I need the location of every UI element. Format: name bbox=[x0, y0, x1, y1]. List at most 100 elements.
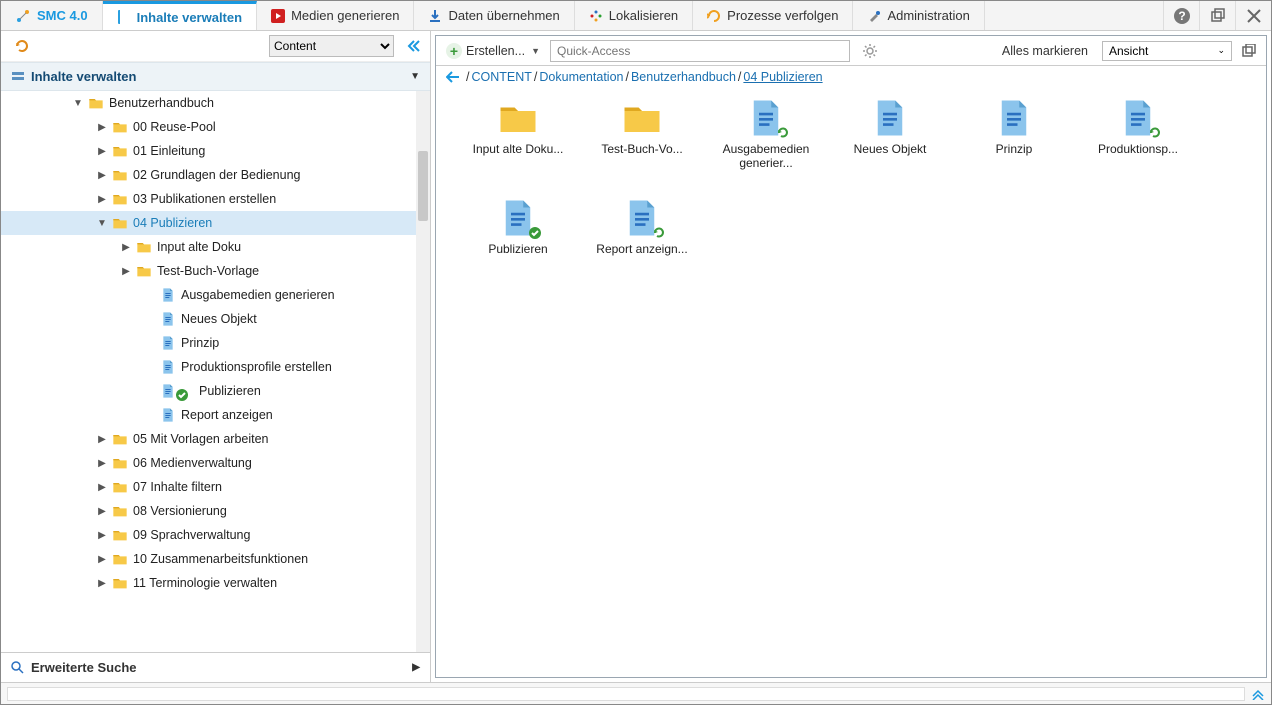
tree-node[interactable]: Ausgabemedien generieren bbox=[1, 283, 416, 307]
tree-arrow-icon[interactable]: ▼ bbox=[97, 218, 107, 229]
file-icon bbox=[992, 98, 1036, 138]
maximize-view-button[interactable] bbox=[1238, 44, 1260, 58]
process-icon bbox=[707, 9, 721, 23]
content-view: + Erstellen... ▼ Alles markieren Ansicht… bbox=[435, 35, 1267, 678]
tree-node-label: 09 Sprachverwaltung bbox=[133, 528, 250, 542]
grid-file-item[interactable]: Report anzeign... bbox=[580, 198, 704, 298]
expand-status-icon[interactable] bbox=[1251, 688, 1265, 700]
grid-file-item[interactable]: Produktionsp... bbox=[1076, 98, 1200, 198]
gear-icon[interactable] bbox=[856, 43, 884, 59]
book-icon bbox=[117, 9, 131, 25]
tab-inhalte-verwalten[interactable]: Inhalte verwalten bbox=[103, 1, 257, 30]
tree-node[interactable]: ▶ 03 Publikationen erstellen bbox=[1, 187, 416, 211]
tree-arrow-icon[interactable]: ▶ bbox=[97, 530, 107, 541]
panel-title-inhalte[interactable]: Inhalte verwalten ▼ bbox=[1, 62, 430, 91]
tree-node[interactable]: ▶ 06 Medienverwaltung bbox=[1, 451, 416, 475]
panel-title-label: Inhalte verwalten bbox=[31, 69, 136, 84]
tree-node[interactable]: ▶ Input alte Doku bbox=[1, 235, 416, 259]
tree-node[interactable]: ▶ 08 Versionierung bbox=[1, 499, 416, 523]
view-selector[interactable]: Ansicht ⌄ bbox=[1102, 41, 1232, 61]
tab-administration[interactable]: Administration bbox=[853, 1, 984, 30]
breadcrumb-link[interactable]: Benutzerhandbuch bbox=[631, 70, 736, 84]
content-tree[interactable]: ▼ Benutzerhandbuch▶ 00 Reuse-Pool▶ 01 Ei… bbox=[1, 91, 416, 652]
tab-medien-generieren[interactable]: Medien generieren bbox=[257, 1, 414, 30]
collapse-panel-icon[interactable] bbox=[402, 40, 424, 52]
breadcrumb-back-icon[interactable] bbox=[446, 71, 460, 83]
tree-scrollbar[interactable] bbox=[416, 91, 430, 652]
tree-arrow-icon[interactable]: ▶ bbox=[97, 458, 107, 469]
tree-node[interactable]: ▶ 11 Terminologie verwalten bbox=[1, 571, 416, 595]
tree-node[interactable]: Produktionsprofile erstellen bbox=[1, 355, 416, 379]
tree-node[interactable]: ▶ 05 Mit Vorlagen arbeiten bbox=[1, 427, 416, 451]
grid-file-item[interactable]: Publizieren bbox=[456, 198, 580, 298]
content-toolbar: + Erstellen... ▼ Alles markieren Ansicht… bbox=[436, 36, 1266, 66]
grid-item-label: Produktionsp... bbox=[1098, 142, 1178, 156]
breadcrumb-current[interactable]: 04 Publizieren bbox=[743, 70, 822, 84]
scrollbar-thumb[interactable] bbox=[418, 151, 428, 221]
grid-file-item[interactable]: Prinzip bbox=[952, 98, 1076, 198]
tree-arrow-icon[interactable]: ▶ bbox=[97, 122, 107, 133]
tree-node[interactable]: ▶ 07 Inhalte filtern bbox=[1, 475, 416, 499]
tree-arrow-icon[interactable]: ▶ bbox=[121, 242, 131, 253]
close-window-button[interactable] bbox=[1235, 1, 1271, 30]
tree-node[interactable]: ▶ 00 Reuse-Pool bbox=[1, 115, 416, 139]
grid-file-item[interactable]: Neues Objekt bbox=[828, 98, 952, 198]
create-button[interactable]: + Erstellen... ▼ bbox=[442, 41, 544, 61]
play-icon bbox=[271, 9, 285, 23]
tree-arrow-icon[interactable]: ▶ bbox=[97, 434, 107, 445]
brand-tab[interactable]: SMC 4.0 bbox=[1, 1, 103, 30]
tree-node[interactable]: ▼ Benutzerhandbuch bbox=[1, 91, 416, 115]
tree-arrow-icon[interactable]: ▼ bbox=[73, 98, 83, 109]
tree-arrow-icon[interactable]: ▶ bbox=[97, 146, 107, 157]
grid-folder-item[interactable]: Test-Buch-Vo... bbox=[580, 98, 704, 198]
tree-node[interactable]: Publizieren bbox=[1, 379, 416, 403]
folder-icon bbox=[111, 478, 129, 496]
tree-node[interactable]: ▶ 09 Sprachverwaltung bbox=[1, 523, 416, 547]
restore-window-button[interactable] bbox=[1199, 1, 1235, 30]
tree-node-label: 06 Medienverwaltung bbox=[133, 456, 252, 470]
tree-node[interactable]: Neues Objekt bbox=[1, 307, 416, 331]
tree-arrow-icon[interactable]: ▶ bbox=[97, 194, 107, 205]
tree-arrow-icon[interactable]: ▶ bbox=[97, 578, 107, 589]
help-button[interactable]: ? bbox=[1163, 1, 1199, 30]
tree-node[interactable]: Report anzeigen bbox=[1, 403, 416, 427]
tree-node[interactable]: ▶ 10 Zusammenarbeitsfunktionen bbox=[1, 547, 416, 571]
tab-lokalisieren[interactable]: Lokalisieren bbox=[575, 1, 693, 30]
quick-access-input[interactable] bbox=[550, 40, 850, 62]
content-selector[interactable]: Content bbox=[269, 35, 394, 57]
status-bar bbox=[1, 682, 1271, 704]
breadcrumb-link[interactable]: CONTENT bbox=[471, 70, 531, 84]
tree-node-label: Test-Buch-Vorlage bbox=[157, 264, 259, 278]
tree-node[interactable]: Prinzip bbox=[1, 331, 416, 355]
folder-icon bbox=[111, 574, 129, 592]
tab-daten-uebernehmen[interactable]: Daten übernehmen bbox=[414, 1, 574, 30]
tree-node[interactable]: ▶ 01 Einleitung bbox=[1, 139, 416, 163]
tree-node[interactable]: ▶ 02 Grundlagen der Bedienung bbox=[1, 163, 416, 187]
tree-node-label: Prinzip bbox=[181, 336, 219, 350]
mark-all-button[interactable]: Alles markieren bbox=[994, 44, 1096, 58]
advanced-search-label: Erweiterte Suche bbox=[31, 660, 137, 675]
breadcrumb: /CONTENT /Dokumentation /Benutzerhandbuc… bbox=[436, 66, 1266, 88]
advanced-search-panel[interactable]: Erweiterte Suche ▶ bbox=[1, 652, 430, 682]
breadcrumb-link[interactable]: Dokumentation bbox=[539, 70, 623, 84]
tree-arrow-icon[interactable]: ▶ bbox=[97, 506, 107, 517]
tree-node-label: 03 Publikationen erstellen bbox=[133, 192, 276, 206]
search-icon bbox=[11, 661, 25, 675]
folder-icon bbox=[111, 502, 129, 520]
grid-folder-item[interactable]: Input alte Doku... bbox=[456, 98, 580, 198]
tree-node[interactable]: ▶ Test-Buch-Vorlage bbox=[1, 259, 416, 283]
tree-node-label: Neues Objekt bbox=[181, 312, 257, 326]
tree-arrow-icon[interactable]: ▶ bbox=[97, 554, 107, 565]
grid-file-item[interactable]: Ausgabemedien generier... bbox=[704, 98, 828, 198]
tree-arrow-icon[interactable]: ▶ bbox=[97, 482, 107, 493]
folder-icon bbox=[620, 98, 664, 138]
refresh-badge-icon bbox=[652, 226, 666, 240]
tab-prozesse-verfolgen[interactable]: Prozesse verfolgen bbox=[693, 1, 853, 30]
grid-item-label: Test-Buch-Vo... bbox=[601, 142, 682, 156]
tree-arrow-icon[interactable]: ▶ bbox=[121, 266, 131, 277]
folder-icon bbox=[111, 430, 129, 448]
tree-node[interactable]: ▼ 04 Publizieren bbox=[1, 211, 416, 235]
reload-icon[interactable] bbox=[15, 39, 29, 53]
grid-item-label: Ausgabemedien generier... bbox=[711, 142, 821, 171]
tree-arrow-icon[interactable]: ▶ bbox=[97, 170, 107, 181]
